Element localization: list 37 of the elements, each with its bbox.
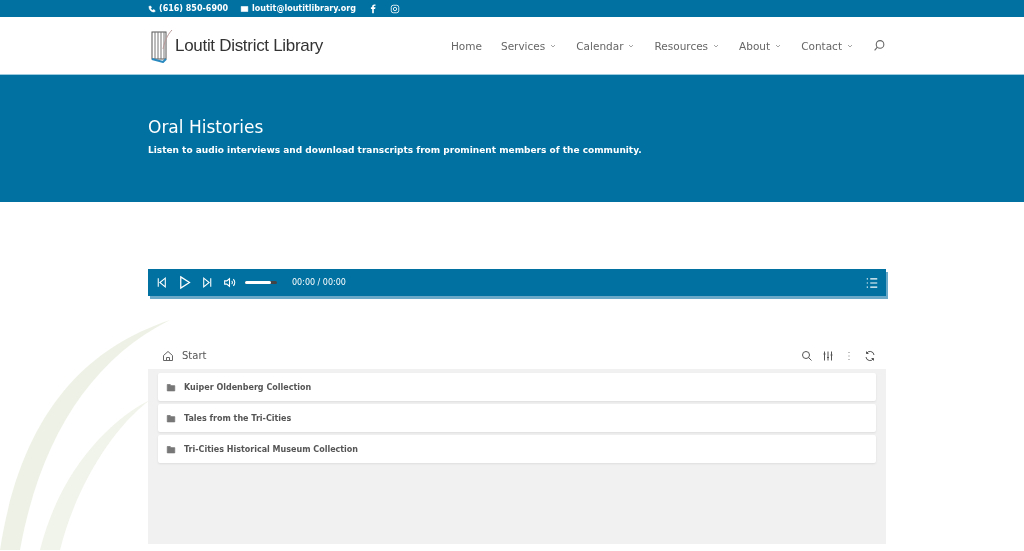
sort-button[interactable] bbox=[822, 349, 834, 362]
logo-icon bbox=[151, 28, 173, 63]
folder-name: Kuiper Oldenberg Collection bbox=[184, 382, 312, 392]
folder-row[interactable]: Tales from the Tri-Cities bbox=[158, 404, 876, 432]
nav-link[interactable]: Contact bbox=[801, 39, 854, 52]
search-button[interactable] bbox=[801, 349, 813, 362]
page-title: Oral Histories bbox=[148, 117, 265, 137]
next-button[interactable] bbox=[201, 276, 214, 289]
folder-name: Tales from the Tri-Cities bbox=[184, 413, 292, 423]
playlist-button[interactable] bbox=[865, 275, 879, 290]
folder-icon bbox=[166, 444, 176, 454]
nav-link[interactable]: Home bbox=[450, 39, 482, 52]
folder-icon bbox=[166, 413, 176, 423]
nav-link[interactable]: Services bbox=[500, 39, 558, 52]
email-link[interactable]: loutit@loutitlibrary.org bbox=[240, 4, 356, 13]
play-button[interactable] bbox=[177, 275, 192, 290]
breadcrumb-link[interactable]: Start bbox=[182, 350, 801, 361]
phone-icon bbox=[148, 4, 156, 13]
logo-text: Loutit District Library bbox=[175, 35, 324, 56]
folder-row[interactable]: Tri-Cities Historical Museum Collection bbox=[158, 435, 876, 463]
volume-slider[interactable] bbox=[245, 281, 277, 284]
previous-button[interactable] bbox=[155, 276, 168, 289]
refresh-button[interactable] bbox=[864, 349, 876, 362]
page-subtitle: Listen to audio interviews and download transcripts from prominent members of the community. bbox=[148, 145, 643, 155]
phone-number[interactable]: (616) 850-6900 bbox=[148, 4, 229, 13]
nav-link[interactable]: Resources bbox=[654, 39, 721, 52]
nav-link[interactable]: Calendar bbox=[576, 39, 636, 52]
volume-button[interactable] bbox=[223, 276, 236, 289]
home-icon bbox=[162, 349, 174, 362]
search-button[interactable] bbox=[873, 39, 886, 52]
folder-name: Tri-Cities Historical Museum Collection bbox=[184, 444, 359, 454]
instagram-icon[interactable] bbox=[389, 3, 400, 14]
nav-link[interactable]: About bbox=[739, 39, 783, 52]
folder-row[interactable]: Kuiper Oldenberg Collection bbox=[158, 373, 876, 401]
time-display: 00:00 / 00:00 bbox=[292, 278, 347, 287]
envelope-icon bbox=[240, 4, 250, 13]
folder-icon bbox=[166, 382, 176, 392]
